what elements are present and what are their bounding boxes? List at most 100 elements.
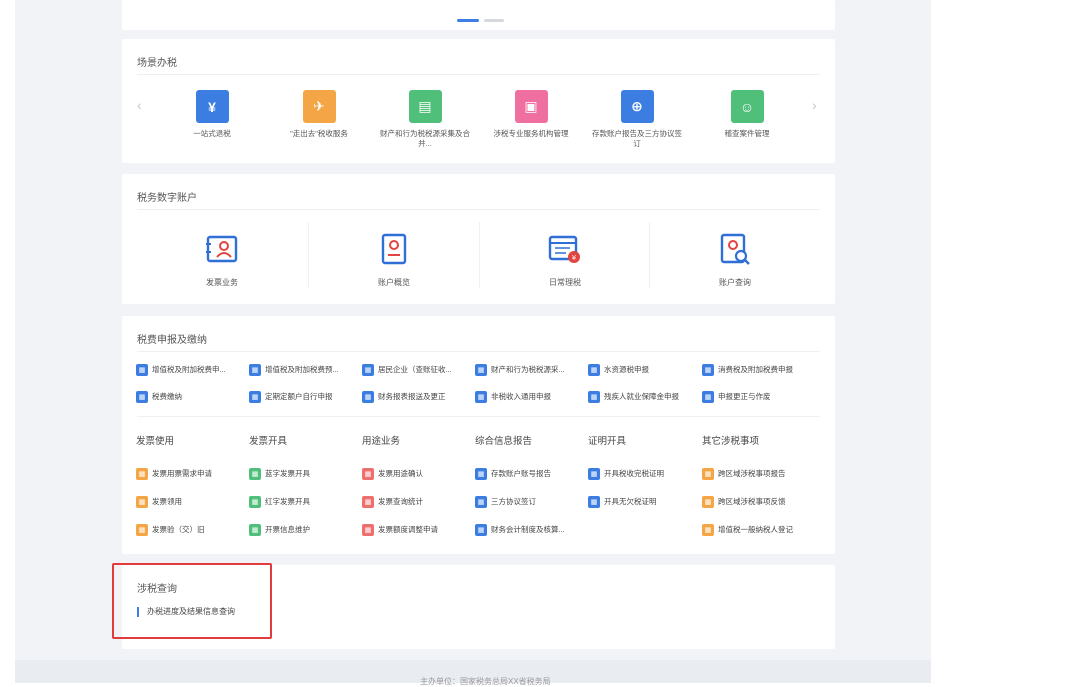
service-label: 开具无欠税证明 [604,497,657,506]
service-item[interactable]: ▦ 存款账户账号报告 [475,467,551,480]
account-search-icon [720,233,750,265]
scenario-item-label: 财产和行为税税源采集及合并... [380,129,470,148]
service-icon: ▦ [362,467,374,480]
declare-item[interactable]: ▦ 申报更正与作废 [702,390,771,403]
service-icon: ▦ [136,495,148,508]
service-label: 三方协议签订 [491,497,536,506]
service-label: 申报更正与作废 [718,392,771,401]
declare-item[interactable]: ▦ 增值税及附加税费申... [136,363,226,376]
scenario-card: 场景办税 ‹ › ¥ 一站式退税 ✈ "走出去"税收服务 ▤ 财产和行为税税源采集及合并.… [122,39,835,163]
service-label: 税费缴纳 [152,392,182,401]
service-icon: ▦ [136,363,148,376]
building-icon: ▣ [514,90,548,123]
service-item[interactable]: ▦ 蓝字发票开具 [249,467,310,480]
tax-declaration-card: 税费申报及缴纳 ▦ 增值税及附加税费申... ▦ 增值税及附加税费预... ▦ 居民企业（… [122,316,835,554]
digital-item-invoice[interactable]: 发票业务 [136,232,308,288]
scenario-item-2[interactable]: ▤ 财产和行为税税源采集及合并... [380,90,470,149]
declare-item[interactable]: ▦ 残疾人就业保障金申报 [588,390,679,403]
prev-arrow-icon[interactable]: ‹ [137,97,142,113]
service-label: 财务报表报送及更正 [378,392,446,401]
service-item[interactable]: ▦ 发票额度调整申请 [362,523,438,536]
digital-item-label: 日常理税 [549,278,581,287]
progress-query-link[interactable]: 办税进度及结果信息查询 [137,607,235,617]
service-icon: ▦ [702,390,714,403]
service-label: 发票领用 [152,497,182,506]
scenario-item-1[interactable]: ✈ "走出去"税收服务 [274,90,364,139]
service-item[interactable]: ▦ 发票用票需求申请 [136,467,212,480]
service-label: 红字发票开具 [265,497,310,506]
banner-card [122,0,835,30]
service-item[interactable]: ▦ 三方协议签订 [475,495,536,508]
column-heading: 发票使用 [136,436,175,447]
service-item[interactable]: ▦ 开票信息维护 [249,523,310,536]
service-item[interactable]: ▦ 跨区域涉税事项反馈 [702,495,786,508]
section-title: 涉税查询 [137,584,177,595]
next-arrow-icon[interactable]: › [812,97,817,113]
service-icon: ▦ [136,390,148,403]
declare-item[interactable]: ▦ 财产和行为税税源采... [475,363,565,376]
scenario-item-label: 存款账户报告及三方协议签订 [592,129,682,148]
declare-item[interactable]: ▦ 消费税及附加税费申报 [702,363,793,376]
service-icon: ▦ [475,363,487,376]
service-label: 跨区域涉税事项反馈 [718,497,786,506]
service-icon: ▦ [702,523,714,536]
column-heading: 其它涉税事项 [702,436,760,447]
service-icon: ▦ [136,523,148,536]
digital-item-account-query[interactable]: 账户查询 [649,232,821,288]
service-item[interactable]: ▦ 财务会计制度及核算... [475,523,565,536]
service-item[interactable]: ▦ 增值税一般纳税人登记 [702,523,793,536]
service-icon: ▦ [249,390,261,403]
declare-item[interactable]: ▦ 税费缴纳 [136,390,182,403]
service-item[interactable]: ▦ 发票验（交）旧 [136,523,205,536]
service-item[interactable]: ▦ 红字发票开具 [249,495,310,508]
tax-query-card: 涉税查询 办税进度及结果信息查询 [122,565,835,649]
audit-icon: ☺ [730,90,764,123]
service-icon: ▦ [702,495,714,508]
declare-item[interactable]: ▦ 居民企业（查账征收... [362,363,452,376]
service-item[interactable]: ▦ 跨区域涉税事项报告 [702,467,786,480]
declare-item[interactable]: ▦ 增值税及附加税费预... [249,363,339,376]
declare-item[interactable]: ▦ 财务报表报送及更正 [362,390,446,403]
calendar-tax-icon: ¥ [548,235,580,263]
scenario-item-3[interactable]: ▣ 涉税专业服务机构管理 [486,90,576,139]
service-icon: ▦ [588,363,600,376]
scenario-item-label: 一站式退税 [193,129,231,138]
service-label: 水资源税申报 [604,365,649,374]
column-heading: 证明开具 [588,436,627,447]
globe-icon: ✈ [302,90,336,123]
service-icon: ▦ [362,363,374,376]
scenario-item-4[interactable]: ⊕ 存款账户报告及三方协议签订 [592,90,682,149]
digital-item-daily-tax[interactable]: ¥ 日常理税 [479,232,651,288]
digital-item-account[interactable]: 账户概览 [308,232,480,288]
service-item[interactable]: ▦ 发票领用 [136,495,182,508]
scenario-item-label: "走出去"税收服务 [290,129,348,138]
service-icon: ▦ [136,467,148,480]
scenario-item-label: 涉税专业服务机构管理 [493,129,569,138]
divider [137,209,820,210]
digital-item-label: 账户查询 [719,278,751,287]
declare-item[interactable]: ▦ 非税收入通用申报 [475,390,551,403]
service-icon: ▦ [475,495,487,508]
contract-icon: ⊕ [620,90,654,123]
declare-item[interactable]: ▦ 水资源税申报 [588,363,649,376]
invoice-icon [206,235,238,263]
divider [137,74,820,75]
service-icon: ▦ [702,363,714,376]
service-label: 发票验（交）旧 [152,525,205,534]
service-item[interactable]: ▦ 开具无欠税证明 [588,495,657,508]
service-icon: ▦ [475,467,487,480]
declare-item[interactable]: ▦ 定期定额户自行申报 [249,390,333,403]
column-heading: 发票开具 [249,436,288,447]
carousel-dot-active[interactable] [457,19,479,22]
service-label: 蓝字发票开具 [265,469,310,478]
service-label: 居民企业（查账征收... [378,365,452,374]
divider [137,351,820,352]
footer-text: 主办单位：国家税务总局XX省税务局 [420,677,551,686]
scenario-item-0[interactable]: ¥ 一站式退税 [167,90,257,139]
svg-text:¥: ¥ [572,254,577,262]
service-item[interactable]: ▦ 发票用途确认 [362,467,423,480]
carousel-dot[interactable] [484,19,504,22]
service-item[interactable]: ▦ 发票查询统计 [362,495,423,508]
scenario-item-5[interactable]: ☺ 稽查案件管理 [702,90,792,139]
service-item[interactable]: ▦ 开具税收完税证明 [588,467,664,480]
